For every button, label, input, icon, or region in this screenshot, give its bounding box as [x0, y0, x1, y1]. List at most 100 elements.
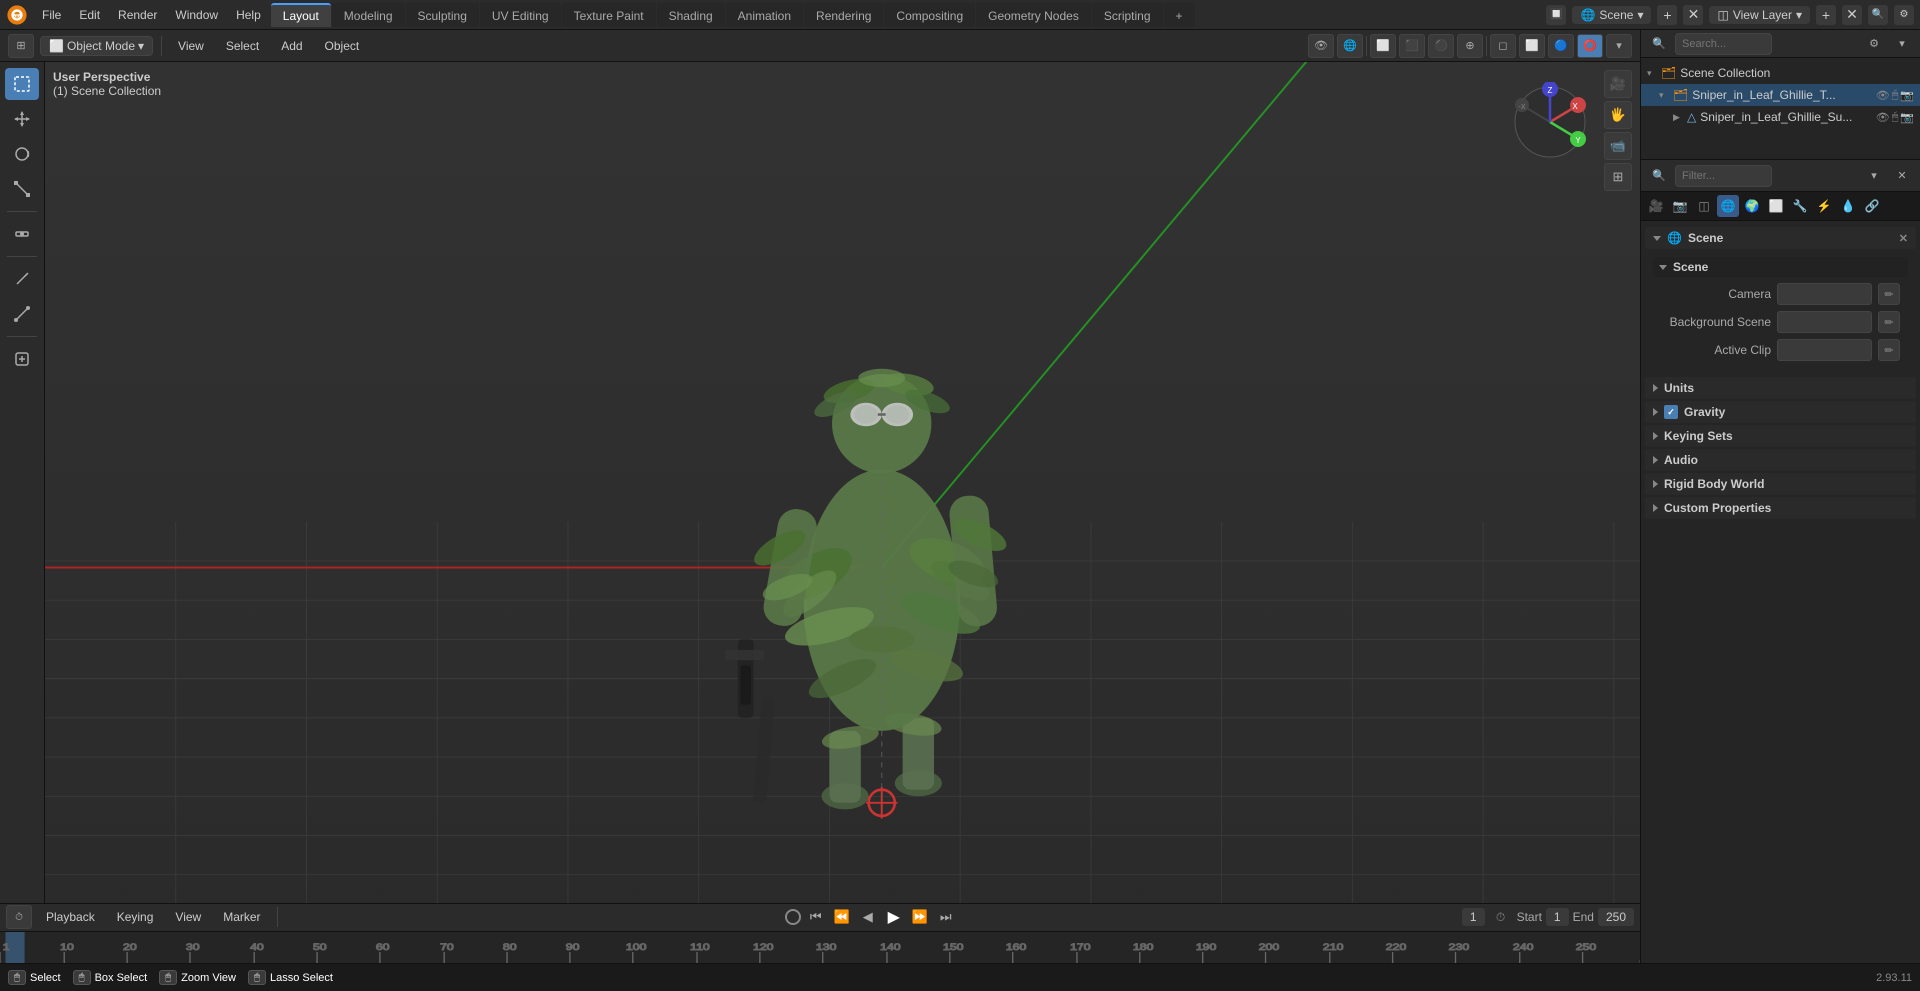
menu-file[interactable]: File [34, 5, 69, 25]
search-icon[interactable]: 🔍 [1868, 5, 1888, 25]
oi-render2[interactable]: 📷 [1900, 111, 1914, 124]
tab-compositing[interactable]: Compositing [884, 3, 975, 27]
props-search-btn[interactable]: 🔍 [1647, 164, 1671, 188]
left-toolbar-toggle[interactable]: ⊞ [8, 34, 34, 58]
viewport-solid[interactable]: ⬜ [1370, 34, 1396, 58]
shading-rendered[interactable]: ⭕ [1577, 34, 1603, 58]
camera-field[interactable] [1777, 283, 1872, 305]
bg-scene-field[interactable] [1777, 311, 1872, 333]
tab-add-workspace[interactable]: + [1164, 3, 1195, 27]
props-modifier-tab[interactable]: 🔧 [1789, 195, 1811, 217]
play-reverse-btn[interactable]: ◀ [857, 906, 879, 928]
menu-render[interactable]: Render [110, 5, 165, 25]
scene-section-header[interactable]: 🌐 Scene ✕ [1645, 227, 1916, 249]
blender-logo[interactable] [6, 4, 28, 26]
active-clip-field[interactable] [1777, 339, 1872, 361]
select-menu-btn[interactable]: Select [218, 36, 267, 56]
mode-selector[interactable]: ⬜ Object Mode ▾ [40, 36, 153, 56]
measure-tool[interactable] [5, 298, 39, 330]
props-particles-tab[interactable]: ⚡ [1813, 195, 1835, 217]
tab-sculpting[interactable]: Sculpting [406, 3, 479, 27]
bg-scene-edit-btn[interactable]: ✏ [1878, 311, 1900, 333]
shading-options[interactable]: ▾ [1606, 34, 1632, 58]
view-camera-btn[interactable]: 🎥 [1604, 70, 1632, 98]
scene-add-icon[interactable]: + [1657, 5, 1677, 25]
viewport-capture-btn[interactable]: ⊞ [1604, 163, 1632, 191]
jump-next-keyframe[interactable]: ⏩ [909, 906, 931, 928]
playback-menu[interactable]: Playback [38, 907, 103, 927]
view-layer-add-icon[interactable]: + [1816, 5, 1836, 25]
shading-material[interactable]: 🔵 [1548, 34, 1574, 58]
props-collapse-btn[interactable]: ▾ [1862, 164, 1886, 188]
props-world-tab[interactable]: 🌍 [1741, 195, 1763, 217]
add-menu-btn[interactable]: Add [273, 36, 310, 56]
props-viewlayer-tab[interactable]: ◫ [1693, 195, 1715, 217]
shading-wireframe[interactable]: ◻ [1490, 34, 1516, 58]
view-menu-btn[interactable]: View [170, 36, 212, 56]
engine-selector-icon[interactable]: 🔲 [1546, 5, 1566, 25]
oi-select2[interactable]: 🖱 [1892, 111, 1899, 124]
move-tool[interactable] [5, 103, 39, 135]
props-scene-tab[interactable]: 🌐 [1717, 195, 1739, 217]
rigid-body-header[interactable]: Rigid Body World [1645, 473, 1916, 495]
gravity-section-header[interactable]: ✓ Gravity [1645, 401, 1916, 423]
timeline-ruler[interactable]: 1 10 20 30 40 50 [0, 932, 1640, 963]
menu-window[interactable]: Window [167, 5, 226, 25]
nav-gizmo[interactable]: X -X Y Z [1510, 82, 1590, 165]
add-object-tool[interactable] [5, 343, 39, 375]
scene-remove-icon[interactable]: ✕ [1683, 5, 1703, 25]
oi-render[interactable]: 📷 [1900, 89, 1914, 102]
viewport-overlay[interactable]: ⚫ [1428, 34, 1454, 58]
frame-rate-icon[interactable]: ⏱ [1491, 907, 1511, 927]
view-all-btn[interactable]: 🖐 [1604, 101, 1632, 129]
props-output-tab[interactable]: 📷 [1669, 195, 1691, 217]
start-frame-display[interactable]: 1 [1546, 908, 1569, 926]
viewport-shading-btn[interactable]: 🌐 [1337, 34, 1363, 58]
oi-visibility[interactable]: 👁 [1876, 89, 1890, 102]
audio-section-header[interactable]: Audio [1645, 449, 1916, 471]
outliner-filter-btn[interactable]: 🔍 [1647, 32, 1671, 56]
menu-edit[interactable]: Edit [71, 5, 108, 25]
prefs-icon[interactable]: ⚙ [1894, 5, 1914, 25]
outliner-filter2-btn[interactable]: ⚙ [1862, 32, 1886, 56]
timeline-header-toggle[interactable]: ⏱ [6, 905, 32, 929]
keying-menu[interactable]: Keying [109, 907, 162, 927]
marker-menu[interactable]: Marker [215, 907, 268, 927]
tab-animation[interactable]: Animation [726, 3, 803, 27]
oi-visibility2[interactable]: 👁 [1876, 111, 1890, 124]
viewport-3d[interactable]: User Perspective (1) Scene Collection X [45, 62, 1640, 903]
gravity-checkbox[interactable]: ✓ [1664, 405, 1678, 419]
tab-scripting[interactable]: Scripting [1092, 3, 1163, 27]
active-clip-edit-btn[interactable]: ✏ [1878, 339, 1900, 361]
end-frame-display[interactable]: 250 [1598, 908, 1634, 926]
units-section-header[interactable]: Units [1645, 377, 1916, 399]
view-layer-selector[interactable]: ◫ View Layer ▾ [1709, 6, 1810, 24]
object-menu-btn[interactable]: Object [317, 36, 368, 56]
props-search-input[interactable] [1675, 165, 1772, 187]
props-close-btn[interactable]: ✕ [1890, 164, 1914, 188]
render-preview-btn[interactable]: 📹 [1604, 132, 1632, 160]
tab-shading[interactable]: Shading [657, 3, 725, 27]
menu-help[interactable]: Help [228, 5, 269, 25]
tab-layout[interactable]: Layout [271, 3, 331, 27]
tab-geometry-nodes[interactable]: Geometry Nodes [976, 3, 1091, 27]
annotate-tool[interactable] [5, 263, 39, 295]
props-render-tab[interactable]: 🎥 [1645, 195, 1667, 217]
jump-prev-keyframe[interactable]: ⏪ [831, 906, 853, 928]
tab-texture-paint[interactable]: Texture Paint [562, 3, 656, 27]
custom-props-header[interactable]: Custom Properties [1645, 497, 1916, 519]
rotate-tool[interactable] [5, 138, 39, 170]
tab-rendering[interactable]: Rendering [804, 3, 883, 27]
jump-end-btn[interactable]: ⏭ [935, 906, 957, 928]
shading-solid[interactable]: ⬜ [1519, 34, 1545, 58]
scale-tool[interactable] [5, 173, 39, 205]
transform-tool[interactable] [5, 218, 39, 250]
play-btn[interactable]: ▶ [883, 906, 905, 928]
view-menu-timeline[interactable]: View [167, 907, 209, 927]
jump-start-btn[interactable]: ⏮ [805, 906, 827, 928]
scene-selector[interactable]: 🌐 Scene ▾ [1572, 6, 1651, 24]
tab-modeling[interactable]: Modeling [332, 3, 405, 27]
props-object-tab[interactable]: ⬜ [1765, 195, 1787, 217]
cursor-tool[interactable] [5, 68, 39, 100]
props-constraints-tab[interactable]: 🔗 [1861, 195, 1883, 217]
